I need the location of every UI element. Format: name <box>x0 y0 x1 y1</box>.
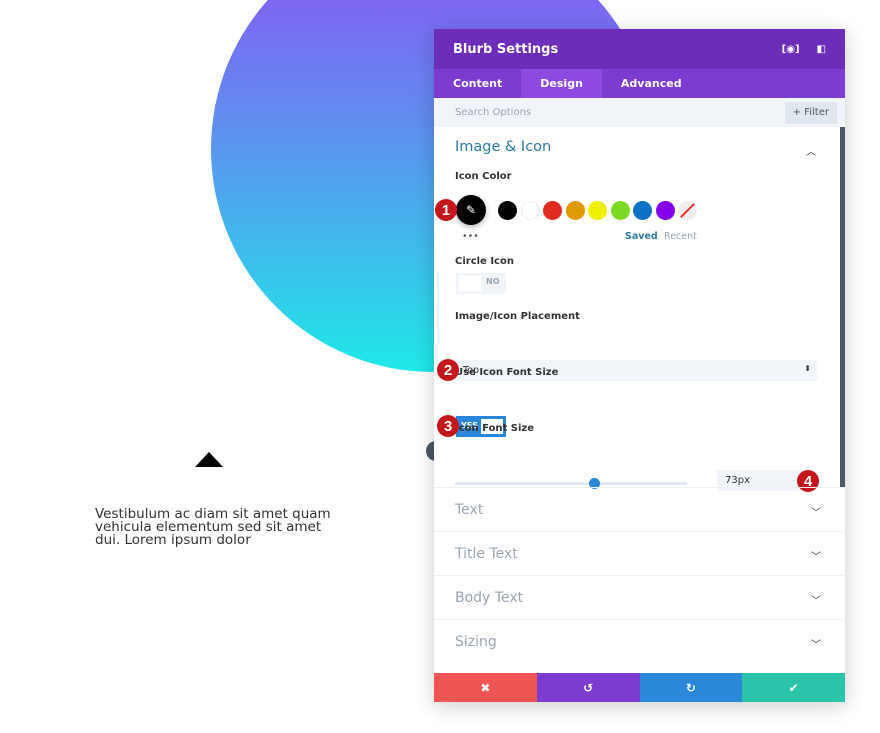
tab-advanced[interactable]: Advanced <box>602 69 701 98</box>
swatch-blue[interactable] <box>633 200 652 220</box>
toggle-state: NO <box>486 277 500 286</box>
tab-content[interactable]: Content <box>434 69 521 98</box>
chevron-down-icon: ﹀ <box>811 596 821 607</box>
tab-design[interactable]: Design <box>521 69 602 98</box>
swatch-purple[interactable] <box>655 200 675 220</box>
undo-button[interactable]: ↺ <box>536 673 640 702</box>
chevron-down-icon: ﹀ <box>811 552 821 563</box>
circle-icon-label: Circle Icon <box>455 256 514 267</box>
select-arrows-icon: ⬍ <box>804 364 811 373</box>
more-options-icon[interactable]: ••• <box>462 231 479 242</box>
cancel-button[interactable]: ✖ <box>434 673 537 702</box>
save-button[interactable]: ✔ <box>742 673 845 702</box>
panel-header: Blurb Settings [◉] ◧ <box>434 29 845 69</box>
placement-label: Image/Icon Placement <box>455 311 580 322</box>
section-label: Title Text <box>455 546 518 562</box>
chevron-down-icon: ﹀ <box>811 508 821 519</box>
swatch-none-icon[interactable] <box>678 200 697 220</box>
blurb-settings-panel: Blurb Settings [◉] ◧ Content Design Adva… <box>434 29 845 702</box>
step-badge-3: 3 <box>437 415 459 437</box>
section-label: Sizing <box>455 634 497 650</box>
chevron-up-icon[interactable]: ︿ <box>806 143 816 158</box>
swatch-black[interactable] <box>498 200 517 220</box>
swatch-red[interactable] <box>543 200 562 220</box>
section-label: Body Text <box>455 590 524 606</box>
swatch-yellow[interactable] <box>588 200 607 220</box>
swatch-white[interactable] <box>520 200 540 220</box>
filter-button[interactable]: + Filter <box>784 101 837 124</box>
fullscreen-icon[interactable]: [◉] <box>782 44 800 55</box>
section-body-text[interactable]: Body Text ﹀ <box>434 575 845 619</box>
step-badge-2: 2 <box>437 359 459 381</box>
recent-tab[interactable]: Recent <box>664 231 697 242</box>
section-sizing[interactable]: Sizing ﹀ <box>434 619 845 663</box>
search-input[interactable]: Search Options <box>455 107 785 118</box>
panel-title: Blurb Settings <box>453 41 559 57</box>
color-swatches: ✎ <box>456 195 701 225</box>
redo-button[interactable]: ↻ <box>639 673 743 702</box>
font-size-label: Icon Font Size <box>455 423 535 434</box>
section-label: Text <box>455 502 484 518</box>
eyedropper-icon[interactable]: ✎ <box>456 195 486 225</box>
section-title[interactable]: Image & Icon <box>455 139 551 155</box>
use-font-size-label: Use Icon Font Size <box>455 367 559 378</box>
chevron-down-icon: ﹀ <box>811 640 821 651</box>
icon-color-label: Icon Color <box>455 171 512 182</box>
saved-tab[interactable]: Saved <box>625 231 658 242</box>
caret-up-icon <box>195 452 223 467</box>
swatch-orange[interactable] <box>565 200 585 220</box>
blurb-body-text: Vestibulum ac diam sit amet quam vehicul… <box>95 506 331 548</box>
section-title-text[interactable]: Title Text ﹀ <box>434 531 845 575</box>
sidebar-toggle-icon[interactable]: ◧ <box>817 44 826 55</box>
section-text[interactable]: Text ﹀ <box>434 487 845 531</box>
circle-icon-toggle[interactable]: NO <box>456 273 506 294</box>
panel-footer: ✖ ↺ ↻ ✔ <box>434 673 845 702</box>
swatch-green[interactable] <box>610 200 630 220</box>
search-bar: Search Options + Filter <box>434 98 845 127</box>
image-icon-section: Image & Icon ︿ Icon Color ✎ ••• Saved Re… <box>434 127 845 492</box>
font-size-slider[interactable] <box>455 478 687 489</box>
step-badge-1: 1 <box>435 199 457 221</box>
tabs: Content Design Advanced <box>434 69 845 98</box>
